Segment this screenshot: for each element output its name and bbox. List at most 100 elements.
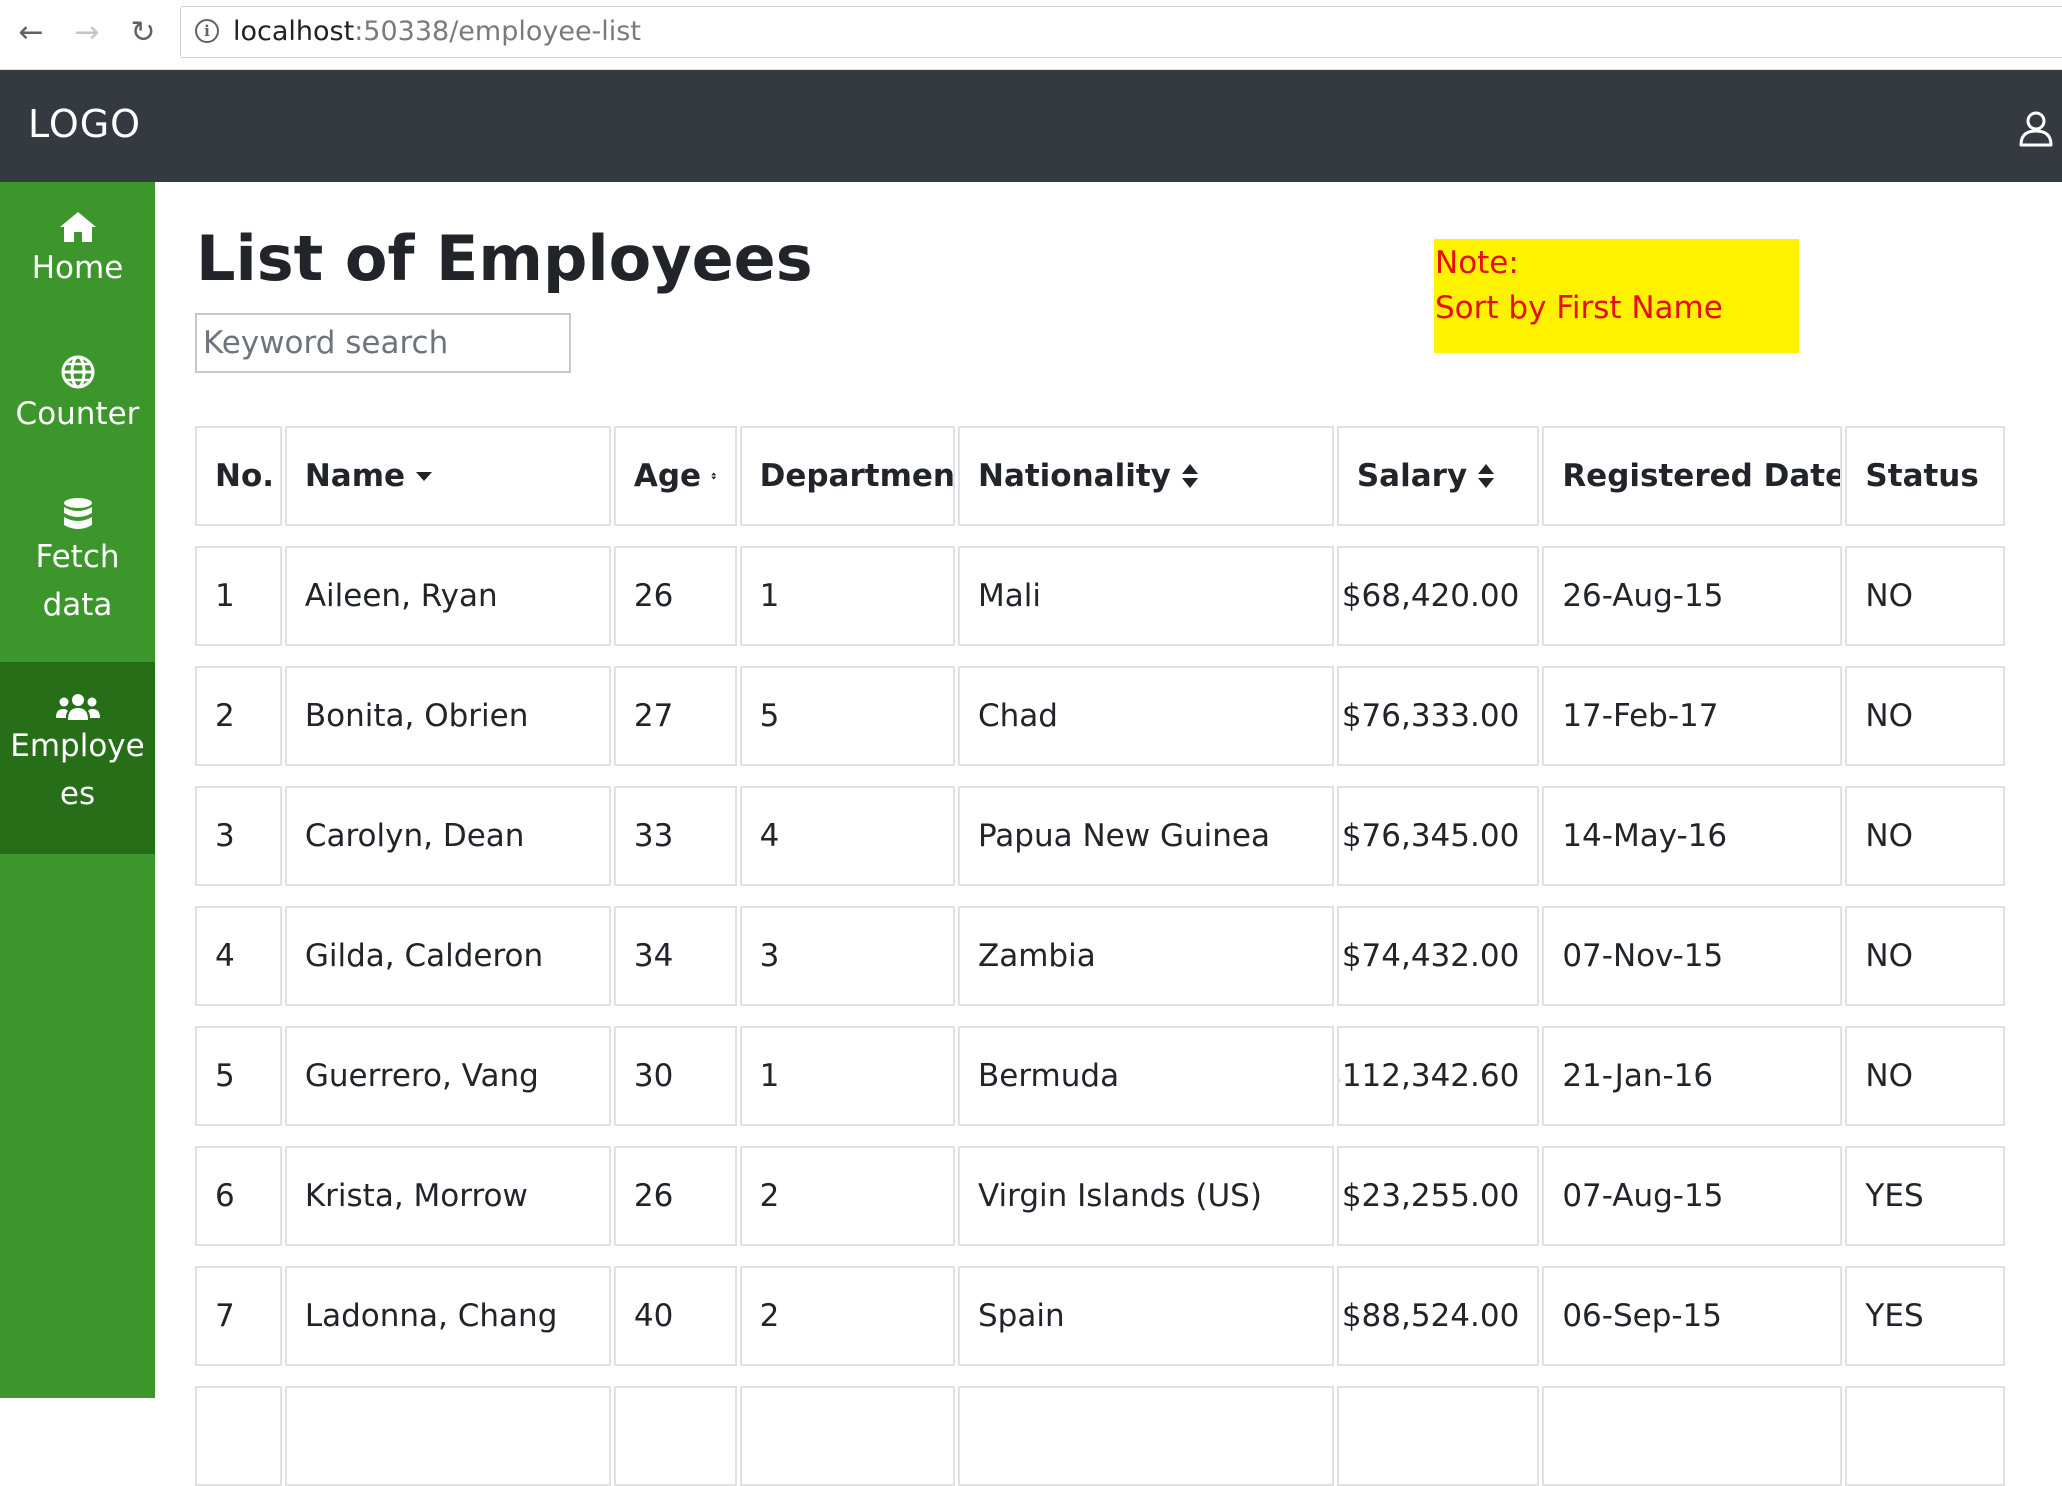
header-no: No. [195, 426, 282, 526]
cell-name: Bonita, Obrien [284, 666, 611, 766]
table-row-partial [195, 1386, 2006, 1486]
url-text: localhost:50338/employee-list [233, 16, 641, 47]
cell-salary: $76,333.00 [1336, 666, 1540, 766]
cell-no: 6 [195, 1146, 282, 1246]
table-row[interactable]: 4 Gilda, Calderon 34 3 Zambia $74,432.00… [195, 906, 2006, 1006]
cell-age: 27 [613, 666, 737, 766]
note-text: Sort by First Name [1435, 290, 1723, 326]
cell-status: NO [1845, 666, 2006, 766]
cell-registered-date: 06-Sep-15 [1542, 1266, 1843, 1366]
cell-registered-date: 07-Aug-15 [1542, 1146, 1843, 1246]
database-icon [63, 498, 92, 529]
cell-salary: $112,342.60 [1336, 1026, 1540, 1126]
cell-nationality: Mali [958, 546, 1334, 646]
sort-icon [711, 472, 717, 480]
header-nationality[interactable]: Nationality [958, 426, 1334, 526]
cell-status [1845, 1386, 2006, 1486]
table-header-row: No. Name Age Department Nationality Sala… [195, 426, 2006, 526]
cell-salary: $68,420.00 [1336, 546, 1540, 646]
cell-age: 34 [613, 906, 737, 1006]
cell-name: Aileen, Ryan [284, 546, 611, 646]
cell-salary: $74,432.00 [1336, 906, 1540, 1006]
header-name[interactable]: Name [284, 426, 611, 526]
reload-icon[interactable]: ↻ [126, 12, 160, 52]
cell-department: 3 [739, 906, 955, 1006]
sidebar-item-label: Employe [10, 728, 145, 764]
cell-nationality: Chad [958, 666, 1334, 766]
table-row[interactable]: 2 Bonita, Obrien 27 5 Chad $76,333.00 17… [195, 666, 2006, 766]
cell-nationality: Bermuda [958, 1026, 1334, 1126]
cell-department: 2 [739, 1146, 955, 1246]
cell-department: 5 [739, 666, 955, 766]
cell-nationality: Spain [958, 1266, 1334, 1366]
user-icon[interactable] [2016, 108, 2056, 148]
cell-name: Krista, Morrow [284, 1146, 611, 1246]
sidebar-item-home[interactable]: Home [0, 210, 155, 320]
table-row[interactable]: 1 Aileen, Ryan 26 1 Mali $68,420.00 26-A… [195, 546, 2006, 646]
cell-registered-date [1542, 1386, 1843, 1486]
globe-icon [61, 355, 94, 389]
header-department: Department [739, 426, 955, 526]
cell-department: 1 [739, 1026, 955, 1126]
cell-age: 40 [613, 1266, 737, 1366]
cell-registered-date: 17-Feb-17 [1542, 666, 1843, 766]
sidebar-item-label: data [42, 587, 113, 623]
cell-status: YES [1845, 1266, 2006, 1366]
header-salary[interactable]: Salary [1336, 426, 1540, 526]
cell-no: 5 [195, 1026, 282, 1126]
cell-no: 1 [195, 546, 282, 646]
cell-no: 2 [195, 666, 282, 766]
cell-no: 4 [195, 906, 282, 1006]
cell-status: NO [1845, 786, 2006, 886]
cell-department: 2 [739, 1266, 955, 1366]
cell-name: Ladonna, Chang [284, 1266, 611, 1366]
table-row[interactable]: 6 Krista, Morrow 26 2 Virgin Islands (US… [195, 1146, 2006, 1246]
cell-name: Carolyn, Dean [284, 786, 611, 886]
sort-icon [1478, 464, 1495, 488]
sort-note: Note: Sort by First Name [1434, 239, 1799, 353]
cell-status: YES [1845, 1146, 2006, 1246]
sidebar-item-counter[interactable]: Counter [0, 354, 155, 464]
cell-no: 7 [195, 1266, 282, 1366]
sidebar-item-label: Home [31, 250, 124, 286]
info-icon[interactable]: i [195, 19, 219, 43]
cell-no: 3 [195, 786, 282, 886]
back-arrow-icon[interactable]: ← [14, 12, 48, 52]
table-row[interactable]: 5 Guerrero, Vang 30 1 Bermuda $112,342.6… [195, 1026, 2006, 1126]
browser-toolbar: ← → ↻ i localhost:50338/employee-list [0, 0, 2062, 70]
cell-salary [1336, 1386, 1540, 1486]
cell-age [613, 1386, 737, 1486]
note-label: Note: [1435, 245, 1519, 281]
cell-salary: $88,524.00 [1336, 1266, 1540, 1366]
forward-arrow-icon[interactable]: → [70, 12, 104, 52]
cell-department: 1 [739, 546, 955, 646]
table-row[interactable]: 3 Carolyn, Dean 33 4 Papua New Guinea $7… [195, 786, 2006, 886]
cell-name: Guerrero, Vang [284, 1026, 611, 1126]
cell-age: 33 [613, 786, 737, 886]
cell-age: 30 [613, 1026, 737, 1126]
sidebar-item-fetch-data[interactable]: Fetch data [0, 497, 155, 647]
cell-age: 26 [613, 546, 737, 646]
cell-name [284, 1386, 611, 1486]
header-registered-date[interactable]: Registered Date [1542, 426, 1843, 526]
sidebar: Home Counter Fetch data Employe es [0, 182, 155, 1398]
sidebar-item-label: Fetch [35, 539, 120, 575]
cell-status: NO [1845, 906, 2006, 1006]
top-navbar: LOGO [0, 70, 2062, 182]
cell-age: 26 [613, 1146, 737, 1246]
logo[interactable]: LOGO [28, 102, 141, 146]
cell-status: NO [1845, 546, 2006, 646]
sidebar-item-label: Counter [15, 396, 140, 432]
header-age[interactable]: Age [613, 426, 737, 526]
address-bar[interactable]: i localhost:50338/employee-list [180, 6, 2062, 58]
sidebar-item-employees[interactable]: Employe es [0, 662, 155, 854]
cell-status: NO [1845, 1026, 2006, 1126]
cell-salary: $23,255.00 [1336, 1146, 1540, 1246]
header-status[interactable]: Status [1845, 426, 2006, 526]
table-row[interactable]: 7 Ladonna, Chang 40 2 Spain $88,524.00 0… [195, 1266, 2006, 1366]
cell-registered-date: 21-Jan-16 [1542, 1026, 1843, 1126]
cell-department: 4 [739, 786, 955, 886]
cell-salary: $76,345.00 [1336, 786, 1540, 886]
search-input[interactable] [195, 313, 571, 373]
cell-no [195, 1386, 282, 1486]
